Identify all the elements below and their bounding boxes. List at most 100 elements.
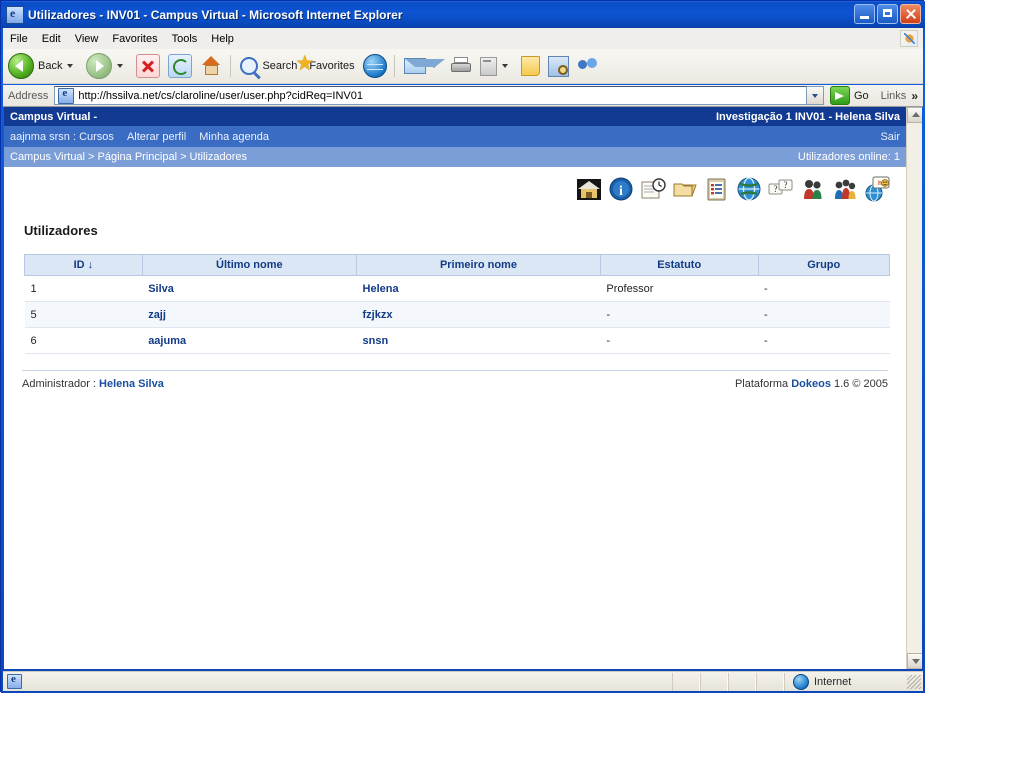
scroll-up-button[interactable]	[907, 107, 922, 123]
column-header-status[interactable]: Estatuto	[599, 254, 759, 276]
go-button[interactable]: Go	[829, 86, 869, 105]
back-button[interactable]: Back	[5, 52, 81, 80]
back-label: Back	[38, 60, 63, 72]
page-footer: Administrador : Helena Silva Plataforma …	[4, 371, 906, 390]
maximize-icon	[883, 9, 892, 17]
faq-icon[interactable]: ? ?	[768, 176, 794, 202]
status-message-area	[3, 673, 672, 689]
cell-last-name[interactable]: aajuma	[148, 335, 186, 347]
home-button[interactable]	[197, 52, 226, 80]
nav-item-alterar-perfil[interactable]: Alterar perfil	[127, 131, 186, 143]
cell-last-name[interactable]: Silva	[148, 283, 174, 295]
stop-icon	[136, 54, 161, 78]
links-icon[interactable]	[736, 176, 762, 202]
chevron-up-icon	[912, 112, 920, 117]
security-zone[interactable]: Internet	[784, 672, 923, 691]
print-button[interactable]	[447, 52, 475, 80]
cell-id: 6	[24, 327, 143, 354]
chevron-more-icon[interactable]: »	[911, 89, 918, 103]
column-header-group[interactable]: Grupo	[757, 254, 890, 276]
zone-label: Internet	[814, 675, 852, 688]
page-scrollbar[interactable]	[906, 107, 922, 669]
cell-first-name[interactable]: fzjkzx	[363, 309, 393, 321]
edit-page-icon	[479, 56, 497, 76]
cell-status: -	[600, 301, 758, 328]
ie-logo-icon	[6, 5, 24, 24]
status-cell	[672, 672, 700, 691]
nav-item-minha-agenda[interactable]: Minha agenda	[199, 131, 269, 143]
window-frame: Utilizadores - INV01 - Campus Virtual - …	[1, 1, 925, 693]
footer-dokeos-link[interactable]: Dokeos	[791, 378, 831, 390]
documents-icon[interactable]	[672, 176, 698, 202]
breadcrumb[interactable]: Campus Virtual > Página Principal > Util…	[10, 151, 247, 163]
minimize-button[interactable]	[854, 4, 875, 24]
cell-first-name[interactable]: snsn	[363, 335, 389, 347]
logout-link[interactable]: Sair	[880, 131, 900, 143]
column-header-id-label: ID	[73, 259, 85, 271]
column-header-first-name[interactable]: Primeiro nome	[356, 254, 601, 276]
cell-group: -	[758, 327, 890, 354]
links-label[interactable]: Links	[881, 90, 907, 102]
mail-button[interactable]	[401, 52, 445, 80]
messenger-people-icon	[577, 56, 599, 76]
cell-group: -	[758, 301, 890, 328]
main-nav: aajnma srsn : Cursos Alterar perfil Minh…	[4, 126, 906, 147]
menu-item-edit[interactable]: Edit	[35, 31, 68, 47]
forward-button[interactable]	[83, 52, 131, 80]
menu-item-help[interactable]: Help	[204, 31, 241, 47]
toolbar-separator	[230, 55, 232, 77]
refresh-icon	[168, 54, 193, 78]
menu-item-view[interactable]: View	[68, 31, 106, 47]
home-icon[interactable]	[576, 176, 602, 202]
info-icon[interactable]: i	[608, 176, 634, 202]
minimize-icon	[860, 16, 869, 19]
research-button[interactable]	[545, 52, 572, 80]
menu-bar: File Edit View Favorites Tools Help	[3, 28, 923, 49]
cell-id: 1	[24, 275, 143, 302]
back-dropdown-icon[interactable]	[67, 64, 74, 68]
column-header-id[interactable]: ID ↓	[24, 254, 143, 276]
close-button[interactable]	[900, 4, 921, 24]
cell-first-name[interactable]: Helena	[363, 283, 399, 295]
search-button[interactable]: Search	[237, 52, 300, 80]
menu-item-favorites[interactable]: Favorites	[105, 31, 164, 47]
go-label: Go	[853, 89, 869, 102]
menu-item-file[interactable]: File	[3, 31, 35, 47]
address-label: Address	[8, 89, 49, 102]
resize-grip[interactable]	[907, 674, 921, 689]
page-icon	[58, 87, 75, 104]
discuss-button[interactable]	[518, 52, 543, 80]
window-controls	[854, 4, 921, 24]
scroll-down-button[interactable]	[907, 653, 922, 669]
messenger-button[interactable]	[574, 52, 602, 80]
cell-last-name[interactable]: zajj	[148, 309, 166, 321]
maximize-button[interactable]	[877, 4, 898, 24]
edit-button[interactable]	[477, 52, 516, 80]
users-icon[interactable]	[800, 176, 826, 202]
history-button[interactable]	[360, 52, 390, 80]
favorites-button[interactable]: Favorites	[295, 52, 357, 80]
edit-dropdown-icon[interactable]	[501, 64, 508, 68]
footer-admin-link[interactable]: Helena Silva	[99, 378, 164, 390]
cell-id: 5	[24, 301, 143, 328]
svg-text:?: ?	[784, 180, 788, 190]
back-arrow-icon	[8, 53, 34, 79]
course-tool-icons: i ? ?	[4, 167, 906, 207]
cell-group: -	[758, 275, 890, 302]
chat-icon[interactable]: hi!	[864, 176, 890, 202]
internet-zone-icon	[793, 673, 809, 690]
address-dropdown-button[interactable]	[806, 86, 824, 105]
status-cell	[728, 672, 756, 691]
forward-dropdown-icon[interactable]	[117, 64, 124, 68]
favorites-label: Favorites	[309, 60, 355, 72]
nav-item-cursos[interactable]: aajnma srsn : Cursos	[10, 131, 114, 143]
stop-button[interactable]	[133, 52, 163, 80]
agenda-icon[interactable]	[640, 176, 666, 202]
column-header-last-name[interactable]: Último nome	[141, 254, 358, 276]
groups-icon[interactable]	[832, 176, 858, 202]
address-input[interactable]: http://hssilva.net/cs/claroline/user/use…	[54, 86, 807, 105]
assignments-icon[interactable]	[704, 176, 730, 202]
refresh-button[interactable]	[165, 52, 195, 80]
breadcrumb-bar: Campus Virtual > Página Principal > Util…	[4, 147, 906, 167]
menu-item-tools[interactable]: Tools	[165, 31, 205, 47]
